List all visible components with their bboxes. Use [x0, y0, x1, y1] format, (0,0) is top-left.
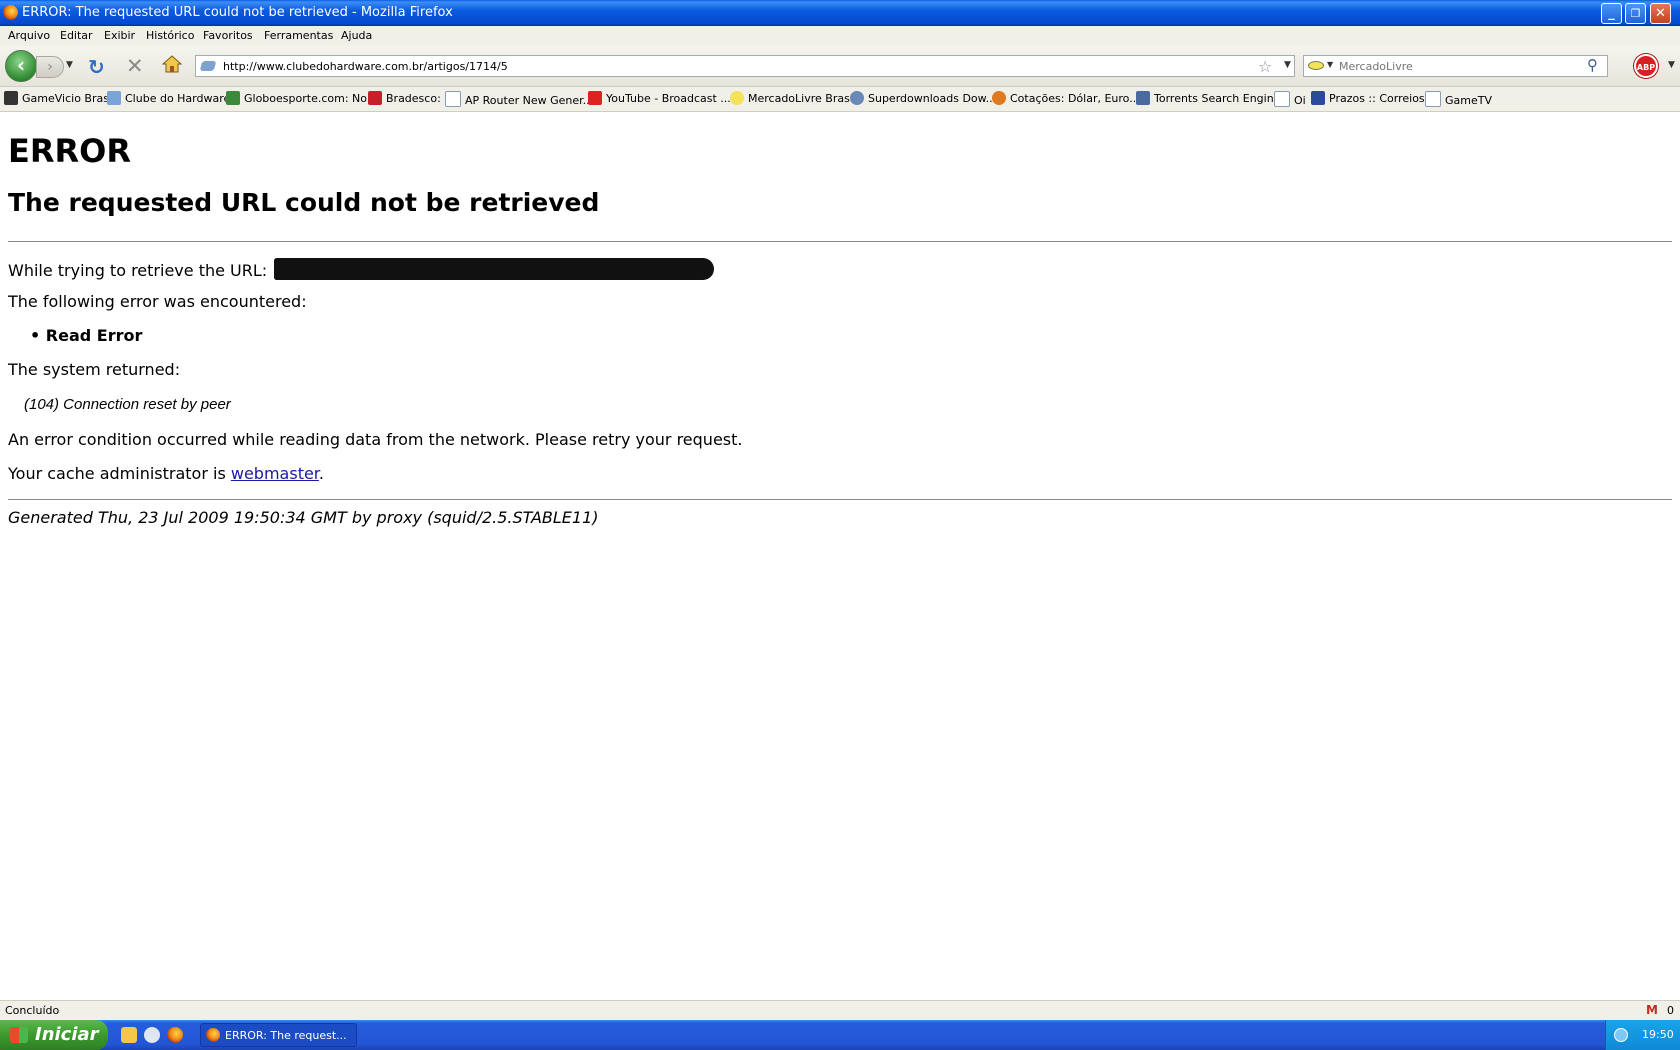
maximize-button[interactable]: ❐ — [1625, 3, 1646, 24]
status-bar: Concluído M 0 — [0, 1000, 1680, 1021]
gmail-icon[interactable]: M — [1646, 1003, 1658, 1017]
torrents-icon — [1136, 91, 1150, 105]
adblock-dropdown-icon[interactable]: ▼ — [1668, 60, 1675, 70]
bookmark-item[interactable]: Superdownloads Dow... — [850, 91, 996, 105]
window-title: ERROR: The requested URL could not be re… — [22, 5, 453, 20]
gmail-count[interactable]: 0 — [1667, 1004, 1674, 1017]
adblock-plus-button[interactable]: ABP — [1634, 54, 1658, 78]
system-returned-label: The system returned: — [8, 360, 181, 379]
error-intro: The following error was encountered: — [8, 292, 307, 311]
minimize-button[interactable]: _ — [1601, 3, 1622, 24]
clube-hardware-icon — [107, 91, 121, 105]
windows-flag-icon — [10, 1027, 28, 1043]
navigation-toolbar: ‹ › ▼ ↻ ✕ ☆ ▼ ▼ ⚲ ABP ▼ — [0, 46, 1680, 87]
error-item: • Read Error — [30, 326, 143, 345]
bookmark-item[interactable]: GameTV — [1425, 91, 1492, 107]
url-line: While trying to retrieve the URL: — [8, 258, 715, 280]
error-description: An error condition occurred while readin… — [8, 430, 743, 449]
clock[interactable]: 19:50 — [1642, 1028, 1674, 1041]
mercadolivre-icon — [730, 91, 744, 105]
search-input[interactable] — [1339, 58, 1569, 74]
url-input[interactable] — [223, 58, 1213, 74]
url-bar[interactable]: ☆ ▼ — [195, 55, 1295, 77]
forward-button[interactable]: › — [36, 56, 64, 78]
menu-exibir[interactable]: Exibir — [104, 29, 135, 42]
reload-icon[interactable]: ↻ — [88, 55, 105, 79]
menu-ferramentas[interactable]: Ferramentas — [264, 29, 333, 42]
menu-ajuda[interactable]: Ajuda — [341, 29, 372, 42]
bookmark-item[interactable]: YouTube - Broadcast ... — [588, 91, 731, 105]
search-bar[interactable]: ▼ ⚲ — [1303, 55, 1608, 77]
webmaster-link[interactable]: webmaster — [231, 464, 319, 483]
page-subheading: The requested URL could not be retrieved — [8, 188, 600, 217]
taskbar-firefox-window[interactable]: ERROR: The request... — [200, 1023, 357, 1047]
search-icon[interactable]: ⚲ — [1587, 56, 1598, 74]
back-button[interactable]: ‹ — [5, 50, 37, 82]
bookmark-item[interactable]: Clube do Hardware — [107, 91, 230, 105]
url-dropdown-icon[interactable]: ▼ — [1284, 60, 1291, 70]
superdownloads-icon — [850, 91, 864, 105]
quicklaunch-media-icon[interactable] — [144, 1027, 160, 1043]
firefox-icon — [206, 1028, 220, 1042]
menu-bar: Arquivo Editar Exibir Histórico Favorito… — [0, 26, 1680, 46]
search-engine-icon[interactable] — [1308, 61, 1324, 70]
bookmark-item[interactable]: Globoesporte.com: No... — [226, 91, 377, 105]
title-bar: ERROR: The requested URL could not be re… — [0, 0, 1680, 26]
bookmark-item[interactable]: Torrents Search Engine — [1136, 91, 1280, 105]
globoesporte-icon — [226, 91, 240, 105]
youtube-icon — [588, 91, 602, 105]
bookmark-star-icon[interactable]: ☆ — [1258, 57, 1272, 76]
system-message: (104) Connection reset by peer — [24, 396, 231, 413]
taskbar: Iniciar ERROR: The request... 19:50 — [0, 1020, 1680, 1050]
system-tray: 19:50 — [1605, 1020, 1680, 1050]
bookmark-item[interactable]: MercadoLivre Brasil — [730, 91, 856, 105]
start-button[interactable]: Iniciar — [0, 1020, 108, 1050]
search-engine-dropdown-icon[interactable]: ▼ — [1327, 60, 1333, 69]
menu-historico[interactable]: Histórico — [146, 29, 194, 42]
bookmark-item[interactable]: GameVicio Brasil — [4, 91, 115, 105]
firefox-icon[interactable] — [3, 5, 18, 20]
quicklaunch-messenger-icon[interactable] — [121, 1027, 137, 1043]
cotacoes-icon — [992, 91, 1006, 105]
gamevicio-icon — [4, 91, 18, 105]
bullet-icon: • — [30, 326, 46, 345]
quicklaunch-firefox-icon[interactable] — [167, 1027, 183, 1043]
bookmark-item[interactable]: Cotações: Dólar, Euro... — [992, 91, 1140, 105]
menu-favoritos[interactable]: Favoritos — [203, 29, 253, 42]
redacted-url — [274, 258, 715, 280]
history-dropdown-icon[interactable]: ▼ — [66, 60, 73, 70]
status-text: Concluído — [5, 1004, 60, 1017]
site-identity-icon[interactable] — [199, 61, 217, 71]
page-icon — [1425, 91, 1441, 107]
menu-arquivo[interactable]: Arquivo — [8, 29, 50, 42]
bradesco-icon — [368, 91, 382, 105]
menu-editar[interactable]: Editar — [60, 29, 93, 42]
divider — [8, 499, 1672, 500]
bookmark-item[interactable]: Bradesco: — [368, 91, 441, 105]
page-heading: ERROR — [8, 132, 131, 170]
stop-icon[interactable]: ✕ — [126, 54, 144, 78]
bookmarks-toolbar: GameVicio Brasil Clube do Hardware Globo… — [0, 87, 1680, 112]
correios-icon — [1311, 91, 1325, 105]
bookmark-item[interactable]: Prazos :: Correios — [1311, 91, 1425, 105]
page-icon — [445, 91, 461, 107]
admin-line: Your cache administrator is webmaster. — [8, 464, 325, 483]
page-content: ERROR The requested URL could not be ret… — [0, 112, 1680, 1000]
divider — [8, 241, 1672, 242]
bookmark-item[interactable]: Oi — [1274, 91, 1306, 107]
page-icon — [1274, 91, 1290, 107]
network-icon[interactable] — [1614, 1028, 1628, 1042]
bookmark-item[interactable]: AP Router New Gener... — [445, 91, 593, 107]
close-button[interactable]: ✕ — [1650, 3, 1671, 24]
home-icon[interactable] — [162, 54, 182, 74]
generated-footer: Generated Thu, 23 Jul 2009 19:50:34 GMT … — [8, 508, 599, 527]
